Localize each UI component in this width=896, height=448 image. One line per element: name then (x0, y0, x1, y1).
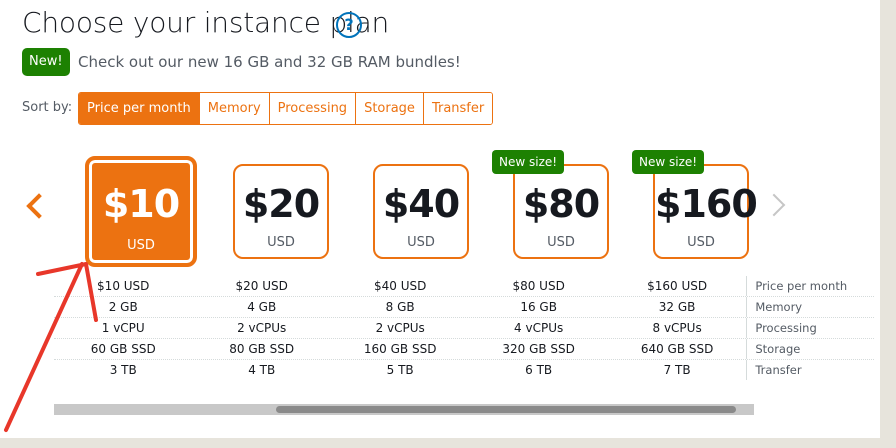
spec-row-storage: 60 GB SSD 80 GB SSD 160 GB SSD 320 GB SS… (54, 339, 874, 360)
help-icon[interactable]: ? (336, 12, 362, 38)
plan-currency: USD (267, 235, 295, 250)
plan-price: $40 (382, 182, 460, 226)
spec-row-label: Storage (746, 339, 874, 359)
page-edge-bottom (0, 438, 896, 448)
spec-cell: 320 GB SSD (502, 342, 575, 356)
plan-card-20[interactable]: $20 USD (233, 164, 329, 259)
new-size-badge: New size! (492, 150, 565, 174)
spec-cell: $10 USD (97, 279, 150, 293)
spec-cell: 16 GB (520, 300, 557, 314)
horizontal-scrollbar[interactable] (54, 404, 754, 415)
sort-transfer-button[interactable]: Transfer (422, 93, 493, 124)
spec-cell: 60 GB SSD (90, 342, 156, 356)
spec-cell: 5 TB (386, 363, 414, 377)
spec-row-label: Memory (746, 297, 874, 317)
spec-row-label: Processing (746, 318, 874, 338)
specs-table: $10 USD $20 USD $40 USD $80 USD $160 USD… (54, 276, 874, 380)
chevron-right-icon[interactable] (762, 185, 786, 217)
spec-row-label: Transfer (746, 360, 874, 380)
spec-cell: 4 vCPUs (514, 321, 564, 335)
spec-cell: 8 GB (385, 300, 415, 314)
spec-row-transfer: 3 TB 4 TB 5 TB 6 TB 7 TB Transfer (54, 360, 874, 380)
spec-cell: 2 vCPUs (237, 321, 287, 335)
spec-cell: 8 vCPUs (652, 321, 702, 335)
spec-cell: $20 USD (235, 279, 288, 293)
spec-cell: $160 USD (647, 279, 708, 293)
spec-cell: $40 USD (373, 279, 427, 293)
spec-cell: 640 GB SSD (640, 342, 714, 356)
sort-storage-button[interactable]: Storage (355, 93, 423, 124)
sort-processing-button[interactable]: Processing (268, 93, 356, 124)
plan-currency: USD (687, 235, 715, 250)
spec-cell: 7 TB (663, 363, 691, 377)
spec-cell: 80 GB SSD (229, 342, 295, 356)
spec-cell: 32 GB (658, 300, 696, 314)
plan-price: $80 (522, 182, 600, 226)
spec-cell: 4 GB (247, 300, 277, 314)
new-size-badge: New size! (632, 150, 705, 174)
spec-cell: 160 GB SSD (363, 342, 437, 356)
spec-row-processing: 1 vCPU 2 vCPUs 2 vCPUs 4 vCPUs 8 vCPUs P… (54, 318, 874, 339)
spec-row-label: Price per month (746, 276, 874, 296)
sort-memory-button[interactable]: Memory (198, 93, 269, 124)
page-edge-right (880, 0, 896, 448)
sort-price-button[interactable]: Price per month (79, 93, 199, 124)
plan-card-40[interactable]: $40 USD (373, 164, 469, 259)
spec-cell: $80 USD (512, 279, 565, 293)
plan-card-160[interactable]: $160 USD (653, 164, 758, 259)
spec-row-price: $10 USD $20 USD $40 USD $80 USD $160 USD… (54, 276, 874, 297)
spec-cell: 2 GB (108, 300, 138, 314)
plan-card-80[interactable]: $80 USD (513, 164, 609, 259)
plan-price: $20 (242, 182, 320, 226)
sort-label: Sort by: (22, 100, 73, 115)
page-title: Choose your instance plan (22, 6, 390, 39)
plan-currency: USD (407, 235, 435, 250)
spec-cell: 2 vCPUs (375, 321, 425, 335)
plan-currency: USD (547, 235, 575, 250)
chevron-left-icon[interactable] (20, 185, 52, 219)
spec-cell: 1 vCPU (101, 321, 145, 335)
plan-price: $10 (102, 182, 180, 226)
plan-card-10[interactable]: $10 USD (85, 156, 197, 267)
promo-text: Check out our new 16 GB and 32 GB RAM bu… (78, 53, 461, 71)
spec-row-memory: 2 GB 4 GB 8 GB 16 GB 32 GB Memory (54, 297, 874, 318)
plan-price: $160 (655, 182, 758, 226)
sort-button-group: Price per month Memory Processing Storag… (78, 92, 494, 125)
plan-currency: USD (127, 238, 155, 253)
scrollbar-thumb[interactable] (276, 406, 736, 413)
spec-cell: 3 TB (109, 363, 137, 377)
spec-cell: 4 TB (248, 363, 276, 377)
new-badge: New! (22, 48, 70, 76)
spec-cell: 6 TB (525, 363, 553, 377)
